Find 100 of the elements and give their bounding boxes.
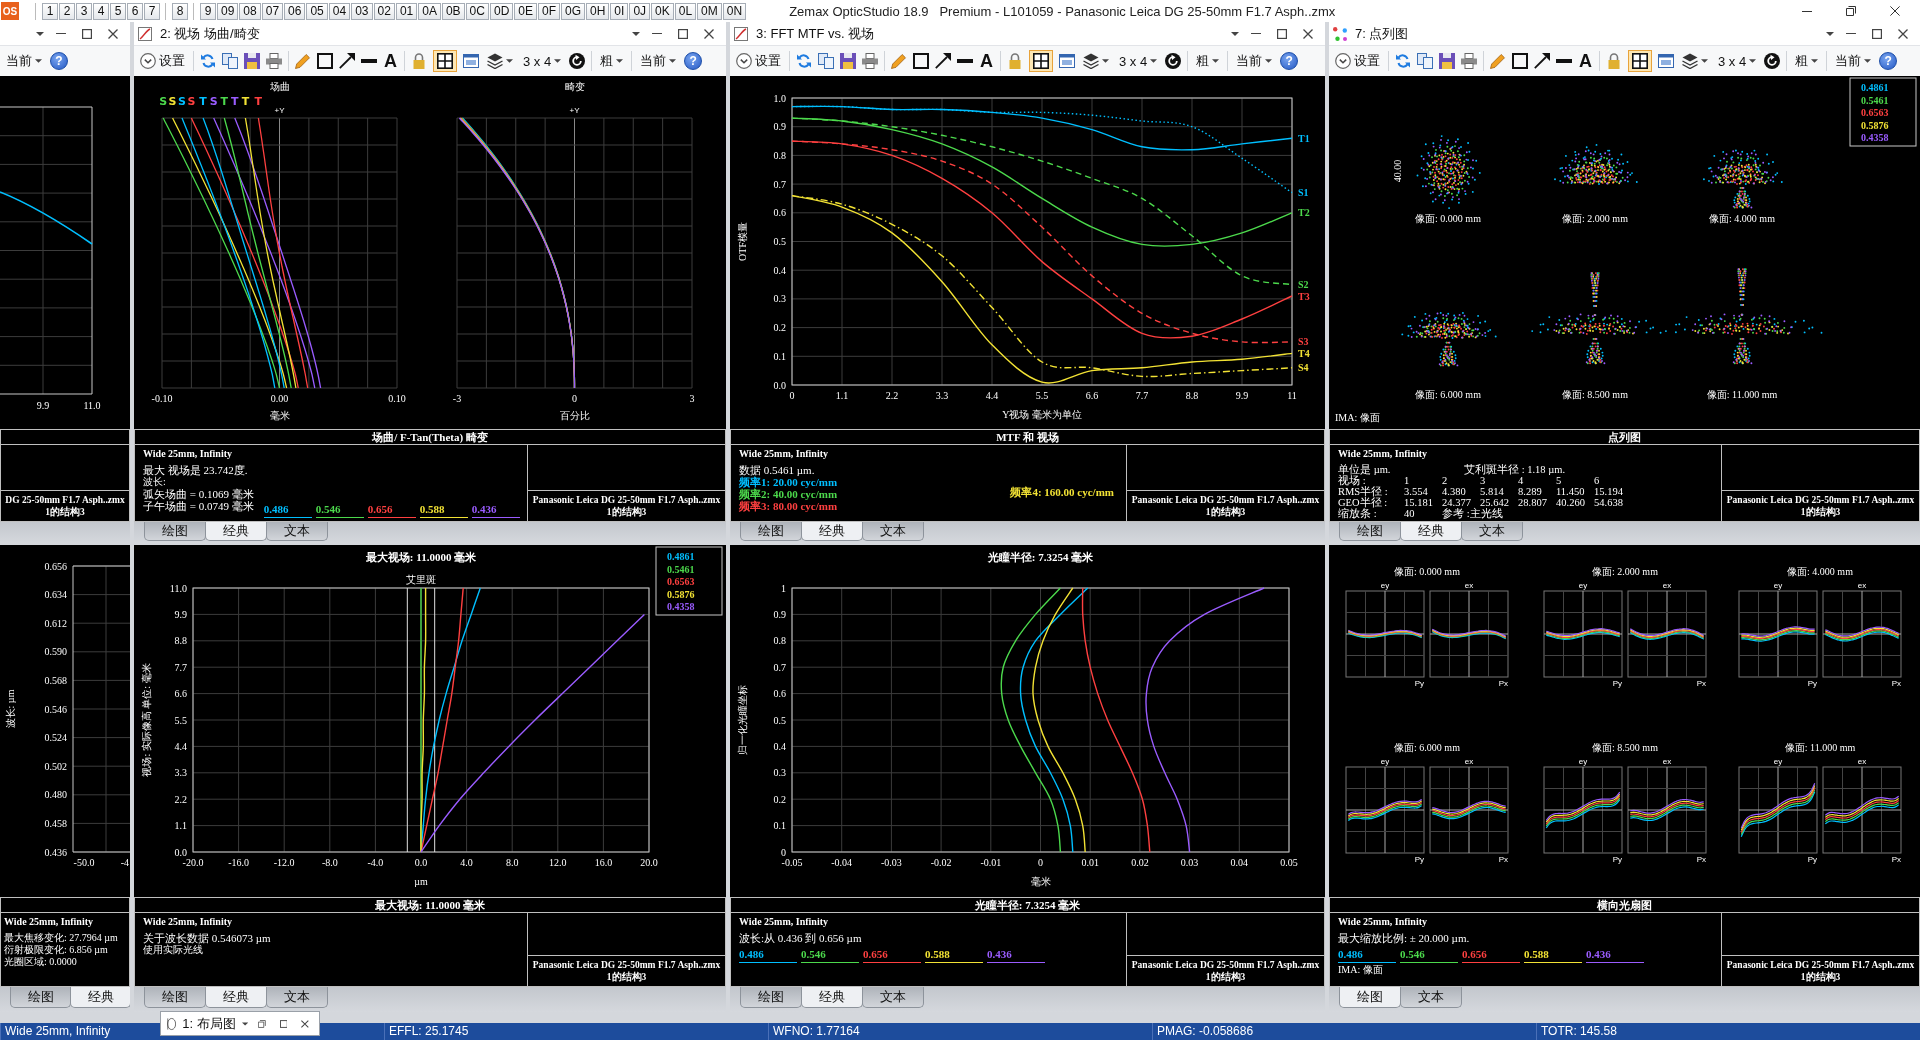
maximize-icon[interactable] [1277,28,1287,39]
close-icon[interactable] [704,28,714,39]
line-weight-dropdown[interactable]: 粗 [1793,50,1821,72]
restore-icon[interactable] [1846,6,1856,16]
view-tab[interactable]: 绘图 [740,522,802,541]
window-icon[interactable] [463,53,479,69]
maximize-icon[interactable] [279,1018,288,1029]
view-tab[interactable]: 文本 [862,522,924,541]
arrow-icon[interactable] [339,53,355,69]
window-tab-button[interactable]: 02 [373,2,395,20]
window-tab-button[interactable]: 9 [200,2,216,20]
window-tab-button[interactable]: 5 [110,2,126,20]
view-tab[interactable]: 经典 [205,522,267,541]
window-tab-button[interactable]: 0M [697,2,722,20]
window-tab-button[interactable]: 0I [610,2,629,20]
close-icon[interactable] [108,28,118,39]
window-tab-button[interactable]: 05 [306,2,328,20]
window-tab-button[interactable]: 0D [489,2,514,20]
print-icon[interactable] [1461,53,1477,69]
close-icon[interactable] [1898,28,1908,39]
minimize-icon[interactable] [1251,32,1261,35]
print-icon[interactable] [266,53,282,69]
pencil-icon[interactable] [891,53,907,69]
close-icon[interactable] [1890,6,1900,16]
caret-icon[interactable] [36,31,44,36]
window-tab-button[interactable]: 0G [561,2,585,20]
rectangle-icon[interactable] [1512,53,1528,69]
settings-button[interactable]: 设置 [1333,50,1382,72]
window-tab-button[interactable]: 06 [284,2,306,20]
text-tool-button[interactable]: A [979,50,994,72]
minimize-icon[interactable] [1802,10,1812,12]
copy-icon[interactable] [222,53,238,69]
window-tab-button[interactable]: 6 [127,2,143,20]
grid-toggle-button[interactable] [1628,50,1652,72]
arrow-icon[interactable] [935,53,951,69]
settings-button[interactable]: 设置 [734,50,783,72]
lock-icon[interactable] [411,53,427,69]
rotate-icon[interactable] [1165,53,1182,69]
config-dropdown[interactable]: 当前 [1234,50,1275,72]
rectangle-icon[interactable] [913,53,929,69]
view-tab[interactable]: 文本 [266,987,328,1008]
refresh-icon[interactable] [200,53,216,69]
view-tab[interactable]: 绘图 [1339,522,1401,541]
grid-toggle-button[interactable] [433,50,457,72]
config-dropdown[interactable]: 当前 [1833,50,1874,72]
window-icon[interactable] [1658,53,1674,69]
window-tab-button[interactable]: 01 [395,2,418,20]
minimize-icon[interactable] [1846,32,1856,35]
view-tab[interactable]: 经典 [801,987,863,1008]
view-tab[interactable]: 绘图 [144,522,206,541]
window-tab-button[interactable]: 0C [465,2,489,20]
caret-icon[interactable] [1826,31,1834,36]
view-tab[interactable]: 文本 [1461,522,1523,541]
rectangle-icon[interactable] [317,53,333,69]
window-tab-button[interactable]: 4 [93,2,109,20]
view-tab[interactable]: 绘图 [10,987,71,1008]
copy-icon[interactable] [818,53,834,69]
view-tab[interactable]: 绘图 [1339,987,1401,1008]
layout-dropdown[interactable]: 3 x 4 [1117,50,1160,72]
pencil-icon[interactable] [295,53,311,69]
refresh-icon[interactable] [1395,53,1411,69]
window-tab-button[interactable]: 0J [629,2,651,20]
lock-icon[interactable] [1606,53,1622,69]
window-tab-button[interactable]: 0K [651,2,674,20]
line-weight-dropdown[interactable]: 粗 [598,50,626,72]
close-icon[interactable] [1303,28,1313,39]
window-tab-button[interactable]: 0F [538,2,560,20]
view-tab[interactable]: 经典 [70,987,130,1008]
view-tab[interactable]: 经典 [801,522,863,541]
caret-icon[interactable] [632,31,640,36]
window-tab-button[interactable]: 7 [144,2,160,20]
window-tab-button[interactable]: 08 [239,2,261,20]
text-tool-button[interactable]: A [383,50,398,72]
window-tab-button[interactable]: 07 [261,2,284,20]
minimize-icon[interactable] [56,32,66,35]
view-tab[interactable]: 文本 [1400,987,1462,1008]
rotate-icon[interactable] [569,53,586,69]
save-icon[interactable] [840,53,856,69]
view-tab[interactable]: 文本 [266,522,328,541]
view-tab[interactable]: 经典 [1400,522,1462,541]
window-tab-button[interactable]: 2 [59,2,75,20]
close-icon[interactable] [301,1018,309,1029]
grid-toggle-button[interactable] [1029,50,1053,72]
settings-button[interactable]: 设置 [138,50,187,72]
refresh-icon[interactable] [796,53,812,69]
arrow-icon[interactable] [1534,53,1550,69]
copy-icon[interactable] [1417,53,1433,69]
caret-icon[interactable] [241,1021,248,1026]
maximize-icon[interactable] [82,28,92,39]
save-icon[interactable] [244,53,260,69]
minimize-icon[interactable] [652,32,662,35]
layout-dropdown[interactable]: 3 x 4 [521,50,564,72]
window-tab-button[interactable]: 0H [586,2,610,20]
window-tab-button[interactable]: 0N [722,2,747,20]
text-tool-button[interactable]: A [1578,50,1593,72]
maximize-icon[interactable] [1872,28,1882,39]
layout-dropdown[interactable]: 3 x 4 [1716,50,1759,72]
window-tab-button[interactable]: 1 [42,2,58,20]
caret-icon[interactable] [1231,31,1239,36]
window-tab-button[interactable]: 8 [172,2,188,20]
